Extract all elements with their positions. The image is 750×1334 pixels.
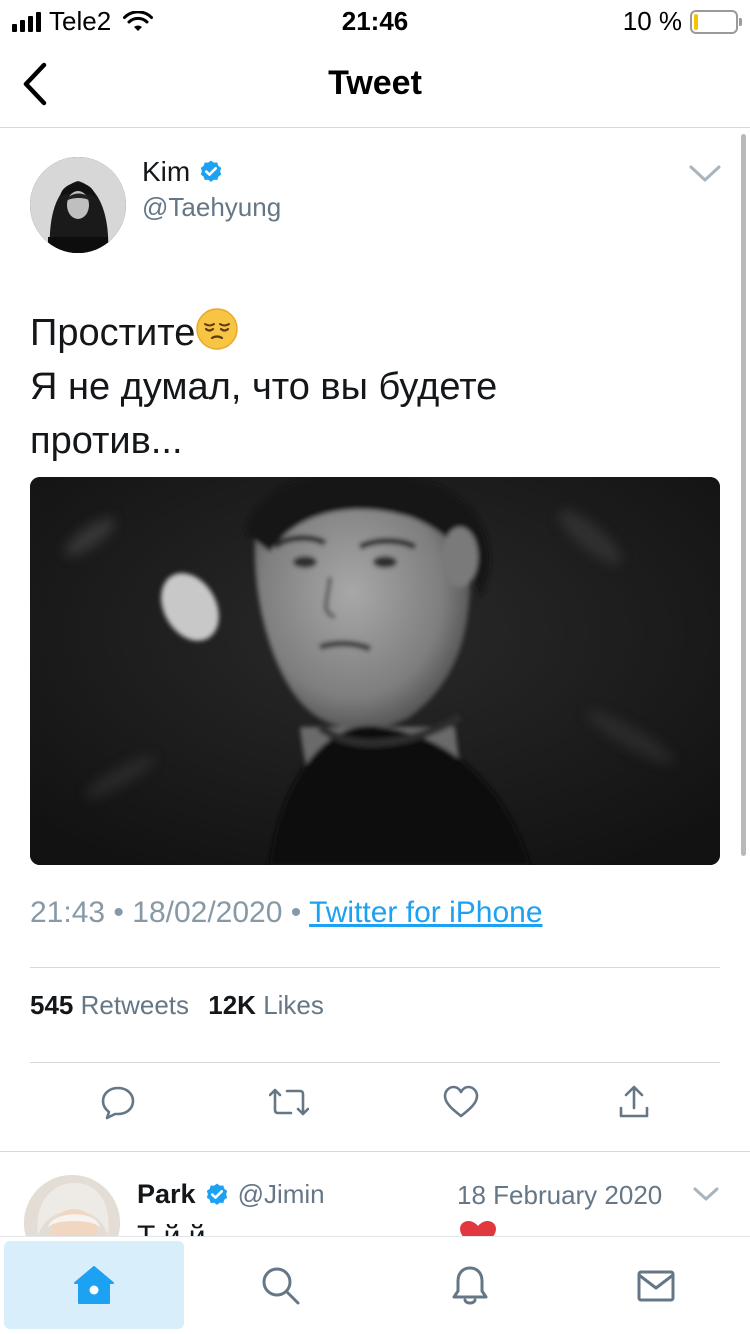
retweet-button[interactable] [267, 1080, 311, 1124]
retweets-count: 545 [30, 990, 74, 1020]
page-title: Tweet [328, 64, 422, 102]
author-name[interactable]: Kim [142, 156, 224, 188]
tweet-screen: Tele2 21:46 10 % Tweet Kim @Taehyung Про… [0, 0, 750, 1334]
heart-icon [443, 1085, 479, 1118]
tweet-time: 21:43 [30, 896, 106, 929]
tweet-text-line-1-text: Простите [30, 312, 196, 354]
reply-author-name: Park [137, 1179, 196, 1209]
divider [0, 1151, 750, 1152]
tab-home[interactable] [4, 1241, 184, 1329]
verified-badge-icon [206, 1183, 227, 1205]
author-handle: @Taehyung [142, 192, 282, 222]
reply-author-handle: @Jimin [237, 1179, 325, 1209]
reply-date: 18 February 2020 [457, 1180, 663, 1210]
tweet-meta: 21:43 • 18/02/2020 • Twitter for iPhone [30, 896, 543, 930]
tab-search[interactable] [190, 1241, 370, 1329]
author-name-text: Kim [142, 156, 191, 187]
retweets-stat[interactable]: 545 Retweets [30, 990, 201, 1020]
divider [30, 1062, 720, 1063]
portrait-image [30, 477, 720, 865]
likes-count: 12K [208, 990, 256, 1020]
tab-messages[interactable] [566, 1241, 746, 1329]
tweet-text-line-3: против... [30, 420, 183, 462]
share-icon [619, 1085, 649, 1118]
tweet-source-link[interactable]: Twitter for iPhone [309, 896, 542, 929]
messages-icon [637, 1270, 675, 1302]
tweet-media-photo[interactable] [30, 477, 720, 865]
tweet-text: Простите Я не думал, что вы будете проти… [30, 306, 720, 468]
nav-header: Tweet [0, 40, 750, 128]
tweet-actions [0, 1080, 750, 1134]
tweet-text-line-2: Я не думал, что вы будете [30, 366, 498, 408]
reply-icon [101, 1086, 135, 1120]
battery-percent: 10 % [622, 6, 682, 36]
search-icon [262, 1267, 300, 1305]
home-icon [74, 1266, 114, 1304]
divider [30, 967, 720, 968]
pensive-face-icon [196, 308, 239, 350]
meta-separator: • [113, 896, 133, 929]
tweet-date: 18/02/2020 [132, 896, 283, 929]
status-right: 10 % [622, 6, 742, 37]
likes-stat[interactable]: 12K Likes [208, 990, 336, 1020]
reply-button[interactable] [96, 1080, 140, 1124]
reply-author[interactable]: Park @Jimin [137, 1179, 325, 1210]
tab-notifications[interactable] [380, 1241, 560, 1329]
scrollbar[interactable] [741, 134, 746, 856]
likes-label: Likes [263, 990, 324, 1020]
tweet-text-line-1: Простите [30, 306, 720, 360]
tweet-stats: 545 Retweets 12K Likes [30, 990, 336, 1021]
battery-fill [694, 13, 698, 30]
tab-bar [0, 1236, 750, 1334]
retweet-icon [269, 1088, 309, 1116]
battery-icon [690, 9, 742, 34]
like-button[interactable] [439, 1080, 483, 1124]
meta-separator: • [290, 896, 310, 929]
chevron-down-icon[interactable] [688, 160, 722, 186]
chevron-down-icon[interactable] [692, 1184, 720, 1204]
author-avatar[interactable] [30, 157, 126, 253]
retweets-label: Retweets [80, 990, 190, 1020]
share-button[interactable] [612, 1080, 656, 1124]
notifications-icon [452, 1266, 488, 1305]
verified-badge-icon [201, 160, 222, 182]
status-bar: Tele2 21:46 10 % [0, 0, 750, 40]
